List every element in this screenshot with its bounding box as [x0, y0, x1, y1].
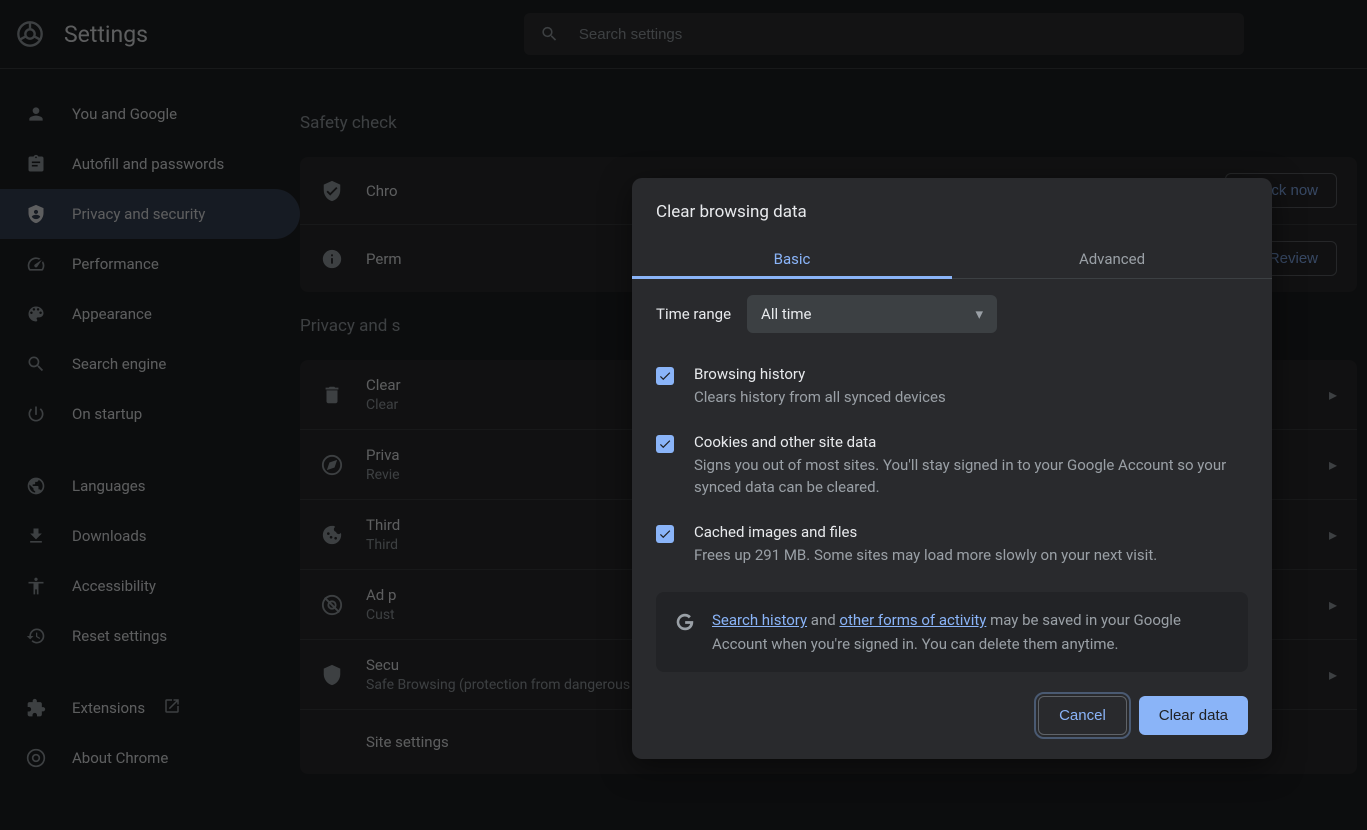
other-activity-link[interactable]: other forms of activity: [839, 611, 986, 629]
checkbox-checked-icon[interactable]: [656, 435, 674, 453]
check-cache[interactable]: Cached images and files Frees up 291 MB.…: [656, 511, 1248, 579]
cancel-button[interactable]: Cancel: [1038, 696, 1127, 735]
modal-overlay: Clear browsing data Basic Advanced Time …: [0, 0, 1367, 830]
check-title: Browsing history: [694, 365, 1248, 383]
check-sub: Frees up 291 MB. Some sites may load mor…: [694, 544, 1248, 567]
time-range-select[interactable]: All time ▾: [747, 295, 997, 333]
chevron-down-icon: ▾: [976, 305, 984, 323]
check-browsing-history[interactable]: Browsing history Clears history from all…: [656, 353, 1248, 421]
time-range-value: All time: [761, 305, 811, 323]
clear-browsing-data-dialog: Clear browsing data Basic Advanced Time …: [632, 178, 1272, 759]
check-sub: Signs you out of most sites. You'll stay…: [694, 454, 1248, 499]
check-title: Cookies and other site data: [694, 433, 1248, 451]
check-sub: Clears history from all synced devices: [694, 386, 1248, 409]
info-box: Search history and other forms of activi…: [656, 592, 1248, 672]
clear-data-button[interactable]: Clear data: [1139, 696, 1248, 735]
info-text: Search history and other forms of activi…: [712, 608, 1230, 656]
tab-advanced[interactable]: Advanced: [952, 240, 1272, 278]
tab-basic[interactable]: Basic: [632, 240, 952, 278]
search-history-link[interactable]: Search history: [712, 611, 807, 629]
dialog-title: Clear browsing data: [632, 178, 1272, 240]
check-title: Cached images and files: [694, 523, 1248, 541]
checkbox-checked-icon[interactable]: [656, 367, 674, 385]
dialog-tabs: Basic Advanced: [632, 240, 1272, 279]
check-cookies[interactable]: Cookies and other site data Signs you ou…: [656, 421, 1248, 511]
google-g-icon: [674, 611, 696, 633]
dialog-actions: Cancel Clear data: [632, 696, 1272, 759]
time-range-label: Time range: [656, 305, 731, 323]
time-range-row: Time range All time ▾: [656, 295, 1248, 333]
checkbox-checked-icon[interactable]: [656, 525, 674, 543]
